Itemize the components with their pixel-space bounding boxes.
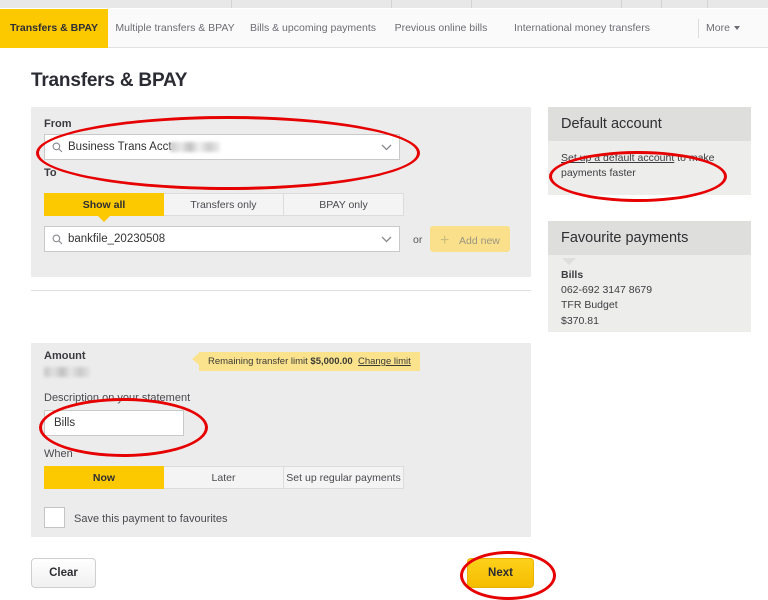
- favourite-payment-account: 062-692 3147 8679: [561, 284, 653, 297]
- search-icon: [52, 142, 63, 153]
- favourite-payment-item[interactable]: Bills 062-692 3147 8679 TFR Budget $370.…: [548, 255, 751, 332]
- chrome-segment: [622, 0, 662, 8]
- from-account-value: Business Trans Acct: [68, 141, 172, 153]
- page-title: Transfers & BPAY: [31, 70, 188, 91]
- to-filter-show-all[interactable]: Show all: [44, 193, 164, 216]
- chevron-down-icon[interactable]: [381, 236, 392, 243]
- chevron-down-icon: [733, 25, 740, 30]
- setup-default-account-link[interactable]: Set up a default account: [561, 152, 674, 164]
- save-to-favourites-checkbox[interactable]: [44, 507, 65, 528]
- description-field-label: Description on your statement: [44, 392, 191, 404]
- favourite-payment-amount: $370.81: [561, 314, 599, 327]
- favourite-payments-card-title: Favourite payments: [548, 221, 751, 255]
- amount-field-label: Amount: [44, 350, 86, 362]
- tab-multiple-transfers-bpay[interactable]: Multiple transfers & BPAY: [110, 9, 240, 48]
- chevron-down-icon[interactable]: [381, 144, 392, 151]
- chrome-segment: [0, 0, 232, 8]
- favourite-payment-name: Bills: [561, 269, 584, 281]
- when-option-now[interactable]: Now: [44, 466, 164, 489]
- description-value: Bills: [54, 417, 76, 429]
- to-filter-transfers-only[interactable]: Transfers only: [164, 193, 284, 216]
- favourite-payment-reference: TFR Budget: [561, 299, 618, 312]
- panel-divider: [31, 290, 531, 291]
- to-field-label: To: [44, 167, 57, 179]
- plus-icon: +: [440, 232, 450, 249]
- tab-more[interactable]: More: [706, 9, 762, 48]
- tab-divider: [698, 19, 699, 38]
- change-limit-link[interactable]: Change limit: [358, 356, 411, 367]
- search-icon: [52, 234, 63, 245]
- save-to-favourites-label: Save this payment to favourites: [74, 513, 228, 525]
- to-filter-tabs: Show all Transfers only BPAY only: [44, 193, 404, 216]
- browser-chrome-strip: [0, 0, 768, 9]
- tab-international-money-transfers[interactable]: International money transfers: [499, 9, 665, 48]
- to-filter-bpay-only[interactable]: BPAY only: [284, 193, 404, 216]
- when-options-tabs: Now Later Set up regular payments: [44, 466, 404, 489]
- chrome-segment: [708, 0, 768, 8]
- chrome-segment: [232, 0, 392, 8]
- tab-bills-upcoming-payments[interactable]: Bills & upcoming payments: [243, 9, 383, 48]
- default-account-card-title: Default account: [548, 107, 751, 141]
- when-option-regular-payments[interactable]: Set up regular payments: [284, 466, 404, 489]
- transfer-limit-prefix: Remaining transfer limit: [208, 356, 311, 367]
- favourite-payments-notch: [562, 258, 576, 265]
- to-filter-active-pointer: [98, 216, 110, 222]
- chrome-segment: [472, 0, 622, 8]
- from-field-label: From: [44, 118, 72, 130]
- or-separator-label: or: [413, 234, 423, 246]
- transfer-limit-amount: $5,000.00: [310, 356, 353, 367]
- callout-arrow: [192, 353, 199, 365]
- transfer-limit-callout: Remaining transfer limit $5,000.00 Chang…: [199, 352, 420, 371]
- main-navigation-tabs: Transfers & BPAY Multiple transfers & BP…: [0, 9, 768, 48]
- from-account-number-redacted: [170, 142, 220, 152]
- payment-details-panel: [31, 343, 531, 537]
- tab-previous-online-bills[interactable]: Previous online bills: [386, 9, 496, 48]
- clear-button[interactable]: Clear: [31, 558, 96, 588]
- amount-value-redacted: [44, 367, 90, 377]
- chrome-segment: [662, 0, 708, 8]
- default-account-card-body: Set up a default account to make payment…: [548, 141, 751, 195]
- to-payee-value: bankfile_20230508: [68, 233, 166, 245]
- when-option-later[interactable]: Later: [164, 466, 284, 489]
- favourite-payments-card: Favourite payments Bills 062-692 3147 86…: [548, 221, 751, 332]
- add-new-payee-label: Add new: [459, 235, 500, 247]
- default-account-card: Default account Set up a default account…: [548, 107, 751, 195]
- next-button[interactable]: Next: [467, 558, 534, 588]
- tab-transfers-bpay[interactable]: Transfers & BPAY: [0, 9, 108, 48]
- when-field-label: When: [44, 448, 73, 460]
- tab-more-label: More: [706, 22, 730, 34]
- chrome-segment: [392, 0, 472, 8]
